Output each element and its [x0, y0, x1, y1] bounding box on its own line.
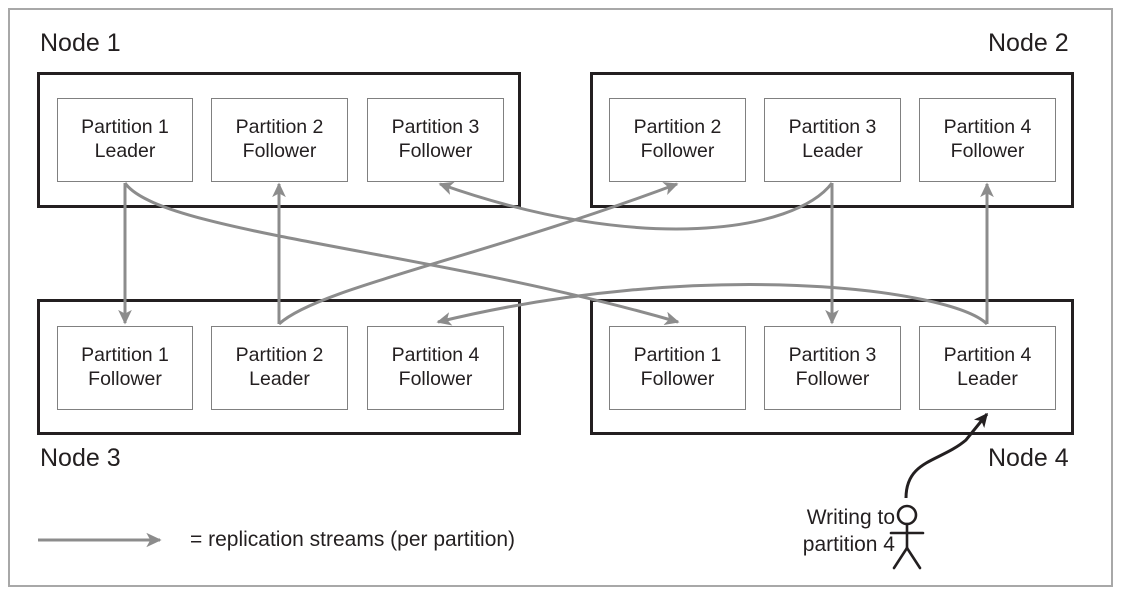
node-3-label: Node 3	[40, 444, 121, 472]
node-2-partition-3[interactable]: Partition 3 Leader	[764, 98, 901, 182]
writer-caption-line-2: partition 4	[802, 532, 895, 556]
stick-figure-icon	[889, 504, 925, 570]
node-2-partition-2[interactable]: Partition 2 Follower	[609, 98, 746, 182]
node-1-label: Node 1	[40, 29, 121, 57]
partition-name: Partition 1	[81, 344, 169, 367]
node-4-label: Node 4	[988, 444, 1069, 472]
node-2-partition-4[interactable]: Partition 4 Follower	[919, 98, 1056, 182]
partition-role: Leader	[249, 368, 310, 390]
partition-role: Follower	[242, 140, 317, 162]
arrow-right-icon	[38, 532, 162, 548]
partition-role: Follower	[88, 368, 162, 390]
partition-name: Partition 3	[788, 344, 877, 367]
writer-caption-line-1: Writing to	[806, 506, 895, 529]
node-4-partition-3[interactable]: Partition 3 Follower	[764, 326, 901, 410]
node-1-partition-3[interactable]: Partition 3 Follower	[367, 98, 504, 182]
partition-name: Partition 4	[391, 344, 480, 367]
partition-role: Follower	[640, 140, 715, 162]
partition-name: Partition 4	[943, 116, 1032, 139]
writer-caption: Writing to partition 4	[773, 505, 895, 559]
partition-name: Partition 2	[235, 344, 324, 367]
partition-name: Partition 2	[633, 116, 722, 139]
partition-role: Leader	[802, 140, 863, 162]
node-3-partition-2[interactable]: Partition 2 Leader	[211, 326, 348, 410]
node-2-label: Node 2	[988, 29, 1069, 57]
partition-name: Partition 3	[391, 116, 480, 139]
partition-role: Follower	[398, 368, 473, 390]
partition-name: Partition 3	[788, 116, 877, 139]
partition-role: Follower	[950, 140, 1025, 162]
partition-role: Leader	[957, 368, 1018, 390]
partition-role: Follower	[398, 140, 473, 162]
partition-name: Partition 1	[81, 116, 169, 139]
partition-role: Follower	[795, 368, 870, 390]
node-1-partition-2[interactable]: Partition 2 Follower	[211, 98, 348, 182]
node-4-partition-1[interactable]: Partition 1 Follower	[609, 326, 746, 410]
diagram-root: Node 1 Partition 1 Leader Partition 2 Fo…	[0, 0, 1122, 596]
node-4-partition-4[interactable]: Partition 4 Leader	[919, 326, 1056, 410]
partition-name: Partition 4	[943, 344, 1032, 367]
partition-name: Partition 1	[633, 344, 722, 367]
node-3-partition-4[interactable]: Partition 4 Follower	[367, 326, 504, 410]
partition-name: Partition 2	[235, 116, 324, 139]
partition-role: Follower	[640, 368, 715, 390]
legend: = replication streams (per partition)	[36, 528, 515, 552]
partition-role: Leader	[94, 140, 156, 162]
legend-label: = replication streams (per partition)	[190, 528, 516, 551]
node-3-partition-1[interactable]: Partition 1 Follower	[57, 326, 193, 410]
node-1-partition-1[interactable]: Partition 1 Leader	[57, 98, 193, 182]
